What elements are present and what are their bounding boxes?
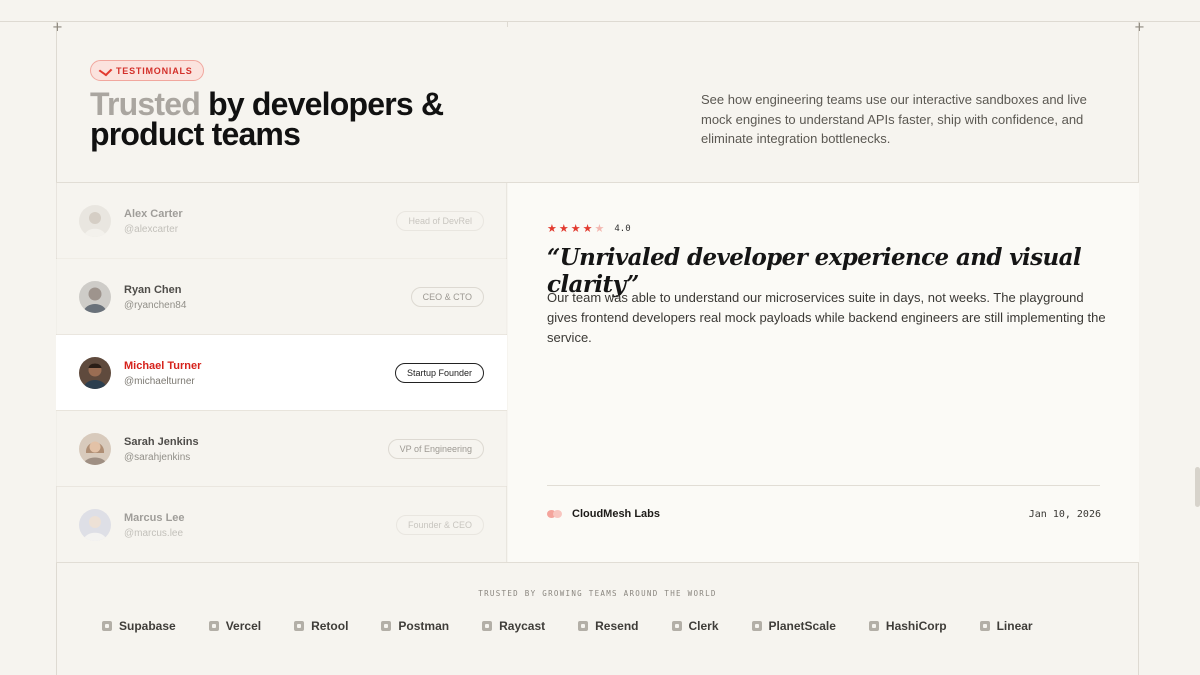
rating-value: 4.0: [614, 223, 631, 234]
testimonial-body: Our team was able to understand our micr…: [547, 290, 1106, 345]
section-header: TESTIMONIALS Trusted by developers & pro…: [56, 27, 1139, 183]
logo-icon: [671, 621, 682, 631]
testimonial-handle: @alexcarter: [124, 224, 179, 235]
logo-label: Vercel: [225, 619, 262, 633]
testimonial-item-michael-turner[interactable]: Michael Turner @michaelturner Startup Fo…: [56, 335, 507, 411]
trusted-logos-strip: TRUSTED BY GROWING TEAMS AROUND THE WORL…: [56, 562, 1139, 675]
testimonial-item-sarah-jenkins[interactable]: Sarah Jenkins @sarahjenkins VP of Engine…: [56, 411, 507, 487]
testimonial-list: Alex Carter @alexcarter Head of DevRel R…: [56, 183, 507, 563]
testimonial-name: Ryan Chen: [124, 284, 182, 296]
avatar: [79, 357, 111, 389]
logo-label: Resend: [595, 619, 639, 633]
badge-icon: [98, 64, 113, 77]
star-empty-icon: ★: [594, 222, 605, 235]
detail-divider: [547, 485, 1100, 486]
logo-supabase: Supabase: [102, 619, 176, 633]
testimonials-section: TESTIMONIALS Trusted by developers & pro…: [56, 27, 1139, 675]
logo-icon: [482, 621, 493, 631]
logo-icon: [381, 621, 392, 631]
company-info: CloudMesh Labs: [547, 508, 660, 520]
logo-label: PlanetScale: [768, 619, 836, 633]
logo-label: Clerk: [688, 619, 719, 633]
role-badge: CEO & CTO: [410, 287, 484, 307]
section-headline: Trusted by developers & product teams: [90, 88, 470, 150]
logo-clerk: Clerk: [671, 619, 719, 633]
logo-hashicorp: HashiCorp: [868, 619, 947, 633]
logo-marquee: Supabase Vercel Retool Postman Raycast R…: [102, 619, 1033, 633]
testimonial-handle: @michaelturner: [124, 376, 195, 387]
testimonial-handle: @sarahjenkins: [124, 452, 191, 463]
logo-label: Linear: [996, 619, 1033, 633]
logo-icon: [294, 621, 305, 631]
company-logo-icon: [547, 510, 563, 518]
logo-vercel: Vercel: [208, 619, 262, 633]
section-intro: See how engineering teams use our intera…: [701, 92, 1087, 146]
logo-retool: Retool: [294, 619, 348, 633]
logo-postman: Postman: [381, 619, 449, 633]
testimonial-handle: @ryanchen84: [124, 300, 187, 311]
logo-icon: [751, 621, 762, 631]
logo-label: Postman: [398, 619, 450, 633]
testimonial-name: Michael Turner: [124, 360, 202, 372]
logo-linear: Linear: [979, 619, 1033, 633]
testimonial-item-ryan-chen[interactable]: Ryan Chen @ryanchen84 CEO & CTO: [56, 259, 507, 335]
testimonial-name: Alex Carter: [124, 208, 183, 220]
avatar: [79, 509, 111, 541]
company-name: CloudMesh Labs: [572, 508, 661, 520]
testimonial-item-alex-carter[interactable]: Alex Carter @alexcarter Head of DevRel: [56, 183, 507, 259]
role-badge: Founder & CEO: [395, 515, 484, 535]
avatar: [79, 281, 111, 313]
star-filled-icon: ★: [570, 222, 581, 235]
logo-planetscale: PlanetScale: [751, 619, 836, 633]
logo-icon: [208, 621, 219, 631]
rating-stars: ★ ★ ★ ★ ★ 4.0: [547, 223, 631, 234]
logo-label: Supabase: [119, 619, 176, 633]
page-scrollbar[interactable]: [1195, 467, 1200, 507]
logo-label: HashiCorp: [885, 619, 947, 633]
logo-label: Retool: [311, 619, 349, 633]
badge-label: TESTIMONIALS: [116, 65, 193, 76]
avatar: [79, 205, 111, 237]
testimonial-date: Jan 10, 2026: [1028, 509, 1101, 520]
role-badge: VP of Engineering: [387, 439, 484, 459]
role-badge: Head of DevRel: [396, 211, 484, 231]
logo-resend: Resend: [578, 619, 639, 633]
logo-icon: [102, 621, 112, 631]
logo-icon: [979, 621, 990, 631]
star-filled-icon: ★: [558, 222, 569, 235]
testimonial-detail: ★ ★ ★ ★ ★ 4.0 “Unrivaled developer exper…: [508, 183, 1139, 562]
top-border: [0, 21, 1200, 22]
star-filled-icon: ★: [547, 222, 557, 235]
role-badge: Startup Founder: [394, 363, 484, 383]
trusted-label: TRUSTED BY GROWING TEAMS AROUND THE WORL…: [478, 589, 717, 598]
testimonial-item-marcus-lee[interactable]: Marcus Lee @marcus.lee Founder & CEO: [56, 487, 507, 563]
testimonial-name: Marcus Lee: [124, 512, 185, 524]
testimonials-badge: TESTIMONIALS: [90, 60, 204, 81]
logo-raycast: Raycast: [482, 619, 545, 633]
logo-icon: [868, 621, 879, 631]
testimonial-handle: @marcus.lee: [124, 528, 184, 539]
logo-label: Raycast: [499, 619, 546, 633]
logo-icon: [578, 621, 589, 631]
testimonial-name: Sarah Jenkins: [124, 436, 199, 448]
avatar: [79, 433, 111, 465]
star-filled-icon: ★: [582, 222, 593, 235]
